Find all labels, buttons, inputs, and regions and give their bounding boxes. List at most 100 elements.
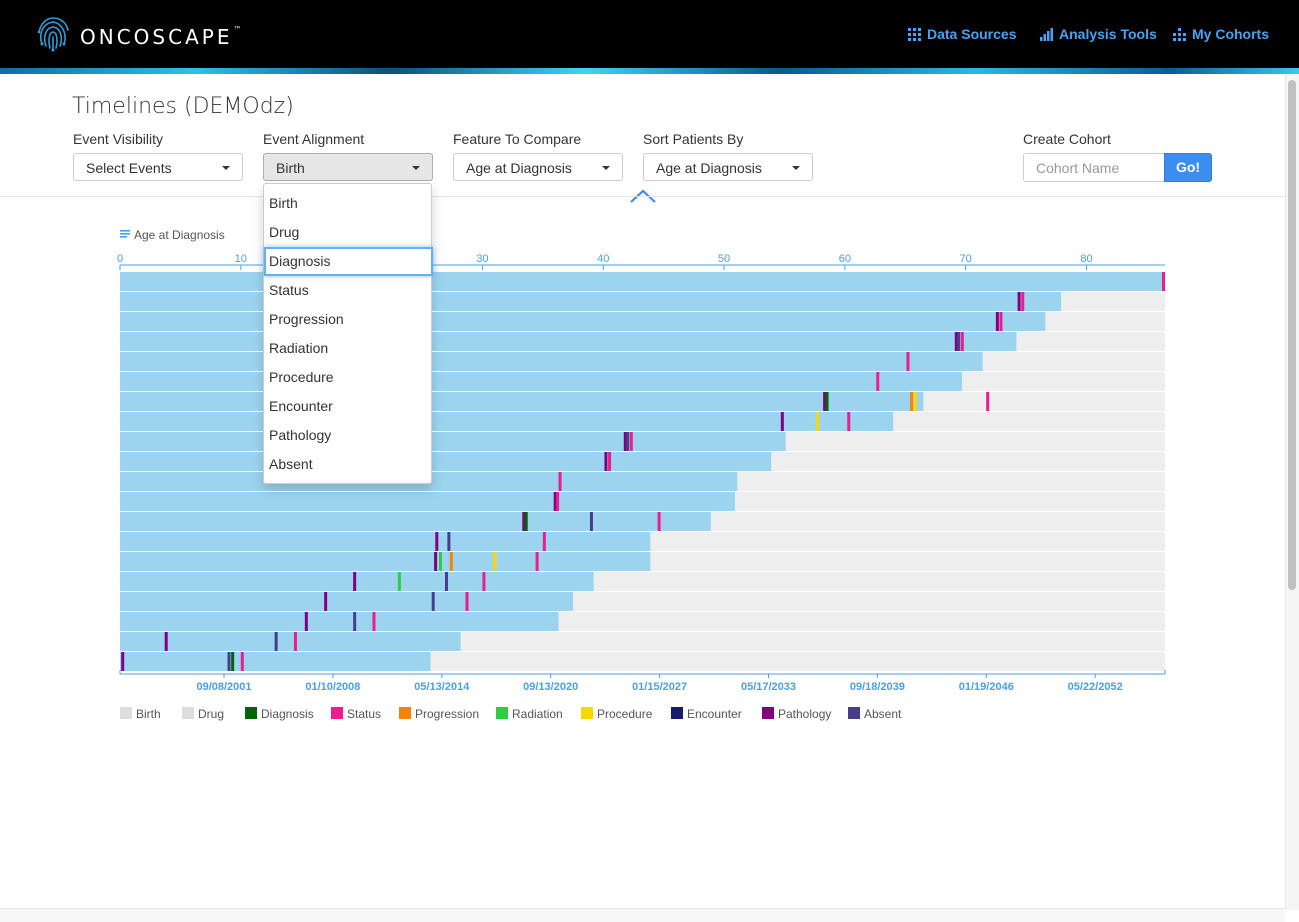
event-marker-status — [482, 572, 486, 591]
dropdown-option-pathology[interactable]: Pathology — [264, 421, 433, 450]
legend-label-status: Status — [347, 707, 381, 721]
event-marker-status — [629, 432, 633, 451]
patient-timeline-bar — [120, 332, 1017, 351]
legend-label-progression: Progression — [415, 707, 479, 721]
legend-label-absent: Absent — [864, 707, 902, 721]
event-marker-procedure — [913, 392, 917, 411]
event-marker-absent — [957, 332, 961, 351]
event-marker-absent — [353, 612, 357, 631]
legend-swatch-encounter — [671, 707, 683, 719]
event-marker-diagnosis — [524, 512, 528, 531]
event-marker-absent — [626, 432, 630, 451]
patient-timeline-bar — [120, 652, 431, 671]
patient-timeline-bar — [120, 492, 735, 511]
bottom-axis-tick-label: 09/08/2001 — [196, 681, 251, 693]
legend-label-procedure: Procedure — [597, 707, 653, 721]
legend-label-diagnosis: Diagnosis — [261, 707, 314, 721]
dropdown-option-drug[interactable]: Drug — [264, 218, 433, 247]
event-marker-pathology — [435, 532, 439, 551]
legend-swatch-radiation — [496, 707, 508, 719]
event-marker-status — [465, 592, 469, 611]
legend-label-pathology: Pathology — [778, 707, 831, 721]
dropdown-option-procedure[interactable]: Procedure — [264, 363, 433, 392]
legend-swatch-pathology — [762, 707, 774, 719]
event-marker-radiation — [438, 552, 442, 571]
feature-label: Age at Diagnosis — [134, 228, 225, 242]
legend-swatch-birth — [120, 707, 132, 719]
event-marker-absent — [447, 532, 451, 551]
patient-timeline-bar — [120, 292, 1062, 311]
dropdown-option-progression[interactable]: Progression — [264, 305, 433, 334]
legend-label-drug: Drug — [198, 707, 224, 721]
legend-swatch-drug — [182, 707, 194, 719]
event-marker-pathology — [164, 632, 168, 651]
event-marker-status — [535, 552, 539, 571]
patient-timeline-bar — [120, 372, 963, 391]
event-marker-status — [657, 512, 661, 531]
event-marker-status — [240, 652, 244, 671]
bottom-axis-tick-label: 05/13/2014 — [414, 681, 470, 693]
event-marker-status — [960, 332, 964, 351]
dropdown-option-encounter[interactable]: Encounter — [264, 392, 433, 421]
top-axis-tick-label: 50 — [718, 253, 730, 265]
event-marker-status — [999, 312, 1003, 331]
legend-swatch-procedure — [581, 707, 593, 719]
event-marker-status — [556, 492, 560, 511]
bottom-axis-tick-label: 05/22/2052 — [1068, 681, 1123, 693]
event-marker-pathology — [324, 592, 328, 611]
top-axis-tick-label: 40 — [597, 253, 609, 265]
event-marker-pathology — [304, 612, 308, 631]
timeline-chart: Age at Diagnosis0102030405060708009/08/2… — [117, 228, 1166, 721]
event-marker-status — [847, 412, 851, 431]
dropdown-option-absent[interactable]: Absent — [264, 450, 433, 479]
patient-timeline-bar — [120, 512, 711, 531]
event-marker-pathology — [604, 452, 608, 471]
event-marker-pathology — [1017, 292, 1021, 311]
event-marker-pathology — [434, 552, 438, 571]
bottom-axis-tick-label: 01/10/2008 — [305, 681, 360, 693]
legend-label-radiation: Radiation — [512, 707, 563, 721]
event-marker-status — [558, 472, 562, 491]
dropdown-option-status[interactable]: Status — [264, 276, 433, 305]
dropdown-option-radiation[interactable]: Radiation — [264, 334, 433, 363]
patient-timeline-bar — [120, 452, 772, 471]
patient-timeline-bar — [120, 572, 594, 591]
top-axis-tick-label: 80 — [1080, 253, 1092, 265]
top-axis-tick-label: 30 — [476, 253, 488, 265]
patient-timeline-bar — [120, 392, 924, 411]
event-marker-progression — [910, 392, 914, 411]
event-marker-status — [986, 392, 990, 411]
event-marker-status — [608, 452, 612, 471]
event-marker-progression — [449, 552, 453, 571]
patient-timeline-bar — [120, 612, 559, 631]
patient-timeline-bar — [120, 352, 983, 371]
event-marker-status — [293, 632, 297, 651]
event-marker-radiation — [397, 572, 401, 591]
bottom-axis-tick-label: 01/19/2046 — [959, 681, 1014, 693]
legend-swatch-status — [331, 707, 343, 719]
patient-timeline-bar — [120, 592, 574, 611]
event-marker-status — [372, 612, 376, 631]
top-axis-tick-label: 0 — [117, 253, 123, 265]
event-marker-status — [876, 372, 880, 391]
list-icon — [120, 236, 127, 238]
dropdown-option-birth[interactable]: Birth — [264, 189, 433, 218]
dropdown-option-diagnosis[interactable]: Diagnosis — [264, 247, 433, 276]
patient-timeline-bar — [120, 312, 1046, 331]
event-marker-diagnosis — [231, 652, 235, 671]
event-marker-absent — [444, 572, 448, 591]
event-marker-diagnosis — [825, 392, 829, 411]
patient-timeline-bar — [120, 552, 651, 571]
event-marker-pathology — [995, 312, 999, 331]
bottom-axis-tick-label: 09/18/2039 — [850, 681, 905, 693]
event-marker-absent — [227, 652, 231, 671]
event-marker-procedure — [493, 552, 497, 571]
event-marker-status — [1021, 292, 1025, 311]
patient-timeline-bar — [120, 432, 786, 451]
top-axis-tick-label: 10 — [235, 253, 247, 265]
bottom-axis-tick-label: 09/13/2020 — [523, 681, 578, 693]
event-marker-absent — [274, 632, 278, 651]
event-alignment-dropdown-menu: Birth Drug Diagnosis Status Progression Radia… — [263, 183, 433, 484]
legend-swatch-diagnosis — [245, 707, 257, 719]
bottom-axis-tick-label: 05/17/2033 — [741, 681, 796, 693]
